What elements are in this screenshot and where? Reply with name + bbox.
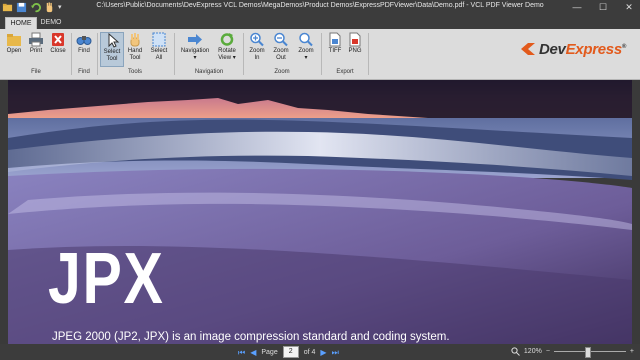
page-label: Page bbox=[261, 348, 278, 356]
status-bar: ⏮ ◀ Page 2 of 4 ▶ ⏭ 120% − + bbox=[0, 344, 640, 360]
close-doc-icon bbox=[52, 33, 64, 46]
rotate-view-label-1: Rotate bbox=[218, 48, 236, 54]
page-count-label: of 4 bbox=[303, 348, 316, 356]
logo-text-prefix: Dev bbox=[538, 41, 566, 58]
ribbon-tabs: HOME DEMO bbox=[0, 16, 640, 30]
group-label-find: Find bbox=[78, 69, 90, 75]
select-all-button[interactable]: Select All bbox=[148, 32, 170, 62]
page-number-input[interactable]: 2 bbox=[282, 346, 299, 358]
separator bbox=[321, 33, 322, 75]
zoom-dropdown-icon: ▾ bbox=[304, 55, 308, 61]
close-button[interactable]: Close bbox=[48, 32, 68, 55]
zoom-out-label-1: Zoom bbox=[273, 48, 289, 54]
rotate-icon bbox=[220, 33, 234, 46]
rotate-view-button[interactable]: Rotate View ▾ bbox=[214, 32, 240, 62]
next-page-button[interactable]: ▶ bbox=[320, 347, 326, 358]
zoom-control: 120% − + bbox=[511, 346, 634, 358]
navigation-arrow-icon bbox=[188, 34, 202, 45]
navigation-label: Navigation bbox=[180, 48, 210, 54]
group-label-tools: Tools bbox=[127, 69, 142, 75]
window-controls: — ☐ ✕ bbox=[570, 1, 636, 14]
minimize-button[interactable]: — bbox=[570, 1, 584, 14]
separator bbox=[174, 33, 175, 75]
select-all-icon bbox=[152, 32, 166, 47]
first-page-button[interactable]: ⏮ bbox=[238, 347, 245, 358]
hand-tool-button[interactable]: Hand Tool bbox=[124, 32, 146, 62]
printer-icon bbox=[29, 32, 43, 47]
zoom-slider-thumb[interactable] bbox=[584, 347, 591, 358]
logo-registered-mark: ® bbox=[621, 44, 626, 50]
document-caption: JPEG 2000 (JP2, JPX) is an image compres… bbox=[52, 331, 450, 343]
png-file-icon bbox=[349, 32, 361, 47]
document-viewer[interactable]: JPX JPEG 2000 (JP2, JPX) is an image com… bbox=[0, 80, 640, 344]
select-all-label-2: All bbox=[155, 55, 163, 61]
zoom-in-icon bbox=[250, 32, 264, 47]
zoom-percentage: 120% bbox=[523, 347, 542, 355]
zoom-icon bbox=[299, 32, 313, 47]
maximize-button[interactable]: ☐ bbox=[596, 1, 610, 14]
zoom-out-button[interactable]: Zoom Out bbox=[270, 32, 292, 62]
hand-tool-label-1: Hand bbox=[127, 48, 143, 54]
print-label: Print bbox=[29, 48, 43, 54]
select-tool-button[interactable]: Select Tool bbox=[100, 32, 124, 67]
zoom-out-label-2: Out bbox=[276, 55, 286, 61]
find-label: Find bbox=[78, 48, 90, 54]
group-label-file: File bbox=[31, 69, 41, 75]
find-button[interactable]: Find bbox=[75, 32, 93, 55]
folder-icon bbox=[7, 34, 21, 46]
group-label-export: Export bbox=[336, 69, 354, 75]
zoom-in-button[interactable]: Zoom In bbox=[246, 32, 268, 62]
hand-tool-label-2: Tool bbox=[129, 55, 141, 61]
zoom-slider[interactable] bbox=[553, 346, 626, 358]
tiff-label: TIFF bbox=[328, 48, 342, 54]
zoom-in-label-2: In bbox=[254, 55, 260, 61]
print-button[interactable]: Print bbox=[26, 32, 46, 55]
zoom-in-step-button[interactable]: + bbox=[630, 348, 634, 355]
open-button[interactable]: Open bbox=[4, 32, 24, 55]
select-all-label-1: Select bbox=[150, 48, 168, 54]
hand-tool-icon bbox=[130, 33, 140, 47]
zoom-dropdown-button[interactable]: Zoom ▾ bbox=[294, 32, 318, 62]
ribbon: Open Print Close File Find Find Select T… bbox=[0, 29, 640, 80]
png-label: PNG bbox=[348, 48, 362, 54]
page-navigation: ⏮ ◀ Page 2 of 4 ▶ ⏭ bbox=[238, 346, 339, 358]
pdf-page[interactable]: JPX JPEG 2000 (JP2, JPX) is an image com… bbox=[8, 80, 632, 344]
select-tool-label-2: Tool bbox=[106, 56, 118, 62]
window-title: C:\Users\Public\Documents\DevExpress VCL… bbox=[96, 2, 544, 9]
close-window-button[interactable]: ✕ bbox=[622, 1, 636, 14]
last-page-button[interactable]: ⏭ bbox=[332, 347, 339, 358]
document-heading: JPX bbox=[48, 239, 165, 319]
binoculars-icon bbox=[76, 36, 92, 45]
zoom-status-icon bbox=[511, 346, 520, 356]
navigation-dropdown-icon: ▾ bbox=[193, 55, 197, 61]
tab-demo[interactable]: DEMO bbox=[37, 17, 65, 29]
group-label-navigation: Navigation bbox=[194, 69, 224, 75]
separator bbox=[368, 33, 369, 75]
open-label: Open bbox=[6, 48, 22, 54]
title-bar: ▾ C:\Users\Public\Documents\DevExpress V… bbox=[0, 0, 640, 16]
rotate-view-label-2: View ▾ bbox=[218, 55, 236, 61]
devexpress-logo-icon bbox=[521, 43, 536, 55]
devexpress-logo: DevExpress® bbox=[521, 41, 626, 58]
export-png-button[interactable]: PNG bbox=[346, 32, 364, 55]
cursor-icon bbox=[108, 33, 120, 48]
logo-text-suffix: Express bbox=[565, 41, 623, 58]
export-tiff-button[interactable]: TIFF bbox=[326, 32, 344, 55]
zoom-label: Zoom bbox=[298, 48, 314, 54]
zoom-in-label-1: Zoom bbox=[249, 48, 265, 54]
zoom-out-icon bbox=[274, 32, 288, 47]
tiff-file-icon bbox=[329, 32, 341, 47]
group-label-zoom: Zoom bbox=[274, 69, 290, 75]
navigation-button[interactable]: Navigation ▾ bbox=[178, 32, 212, 62]
select-tool-label-1: Select bbox=[103, 49, 121, 55]
close-label: Close bbox=[50, 48, 66, 54]
zoom-out-step-button[interactable]: − bbox=[546, 348, 550, 355]
prev-page-button[interactable]: ◀ bbox=[250, 347, 256, 358]
